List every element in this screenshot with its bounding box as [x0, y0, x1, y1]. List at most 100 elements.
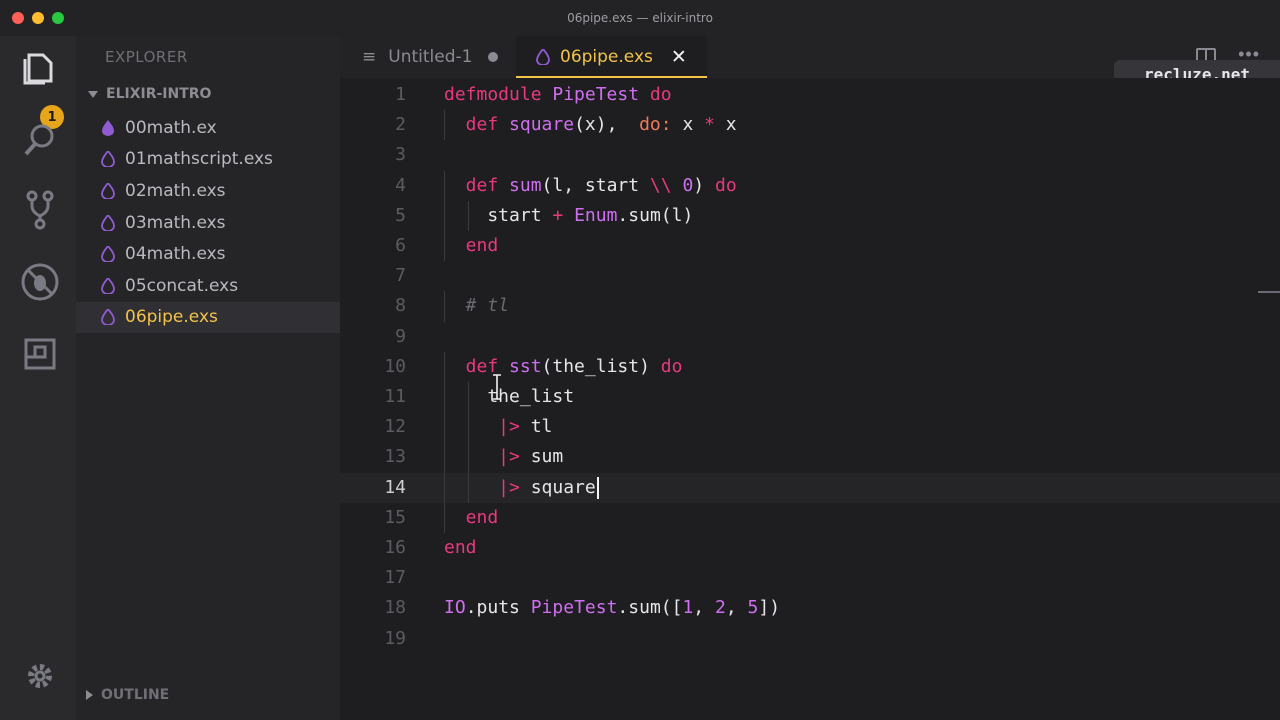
line-number: 4 [395, 174, 406, 196]
explorer-title: EXPLORER [105, 48, 188, 66]
line-number: 16 [384, 537, 406, 558]
code-text: end [444, 533, 477, 563]
code-token: x [671, 114, 705, 136]
chevron-down-icon [88, 90, 98, 98]
code-token: 5 [747, 597, 759, 619]
line-number: 15 [384, 506, 406, 528]
code-token: . [617, 597, 629, 619]
file-item[interactable]: 03math.exs [76, 207, 340, 239]
code-line[interactable]: 19 [340, 624, 1280, 654]
code-line[interactable]: 11 the_list [340, 382, 1280, 413]
code-token: x [714, 114, 737, 136]
elixir-file-icon [101, 309, 115, 326]
code-token: , [693, 597, 715, 619]
debug-icon[interactable] [20, 262, 60, 302]
line-number: 17 [384, 567, 406, 589]
explorer-sidebar: EXPLORER ELIXIR-INTRO 00math.ex 01mathsc… [76, 36, 340, 720]
project-folder[interactable]: ELIXIR-INTRO [88, 86, 211, 102]
code-line[interactable]: 15 end [340, 502, 1280, 533]
code-line[interactable]: 14 |> square [340, 472, 1280, 503]
code-token: the_list [444, 386, 575, 407]
code-token: 1 [682, 597, 694, 619]
line-number: 1 [395, 84, 406, 105]
file-item[interactable]: 00math.ex [76, 112, 340, 144]
file-item[interactable]: 02math.exs [76, 175, 340, 207]
code-token: . [465, 597, 477, 619]
code-token: ) [693, 174, 715, 196]
line-number: 10 [384, 355, 406, 377]
unsaved-dot-icon [488, 52, 499, 62]
code-token: # tl [444, 295, 510, 317]
code-line[interactable]: 6 end [340, 231, 1280, 262]
code-line[interactable]: 7 [340, 261, 1280, 291]
gear-icon[interactable] [20, 656, 60, 696]
code-line[interactable]: 4 def sum(l, start \\ 0) do [340, 170, 1280, 201]
code-token: Enum [574, 204, 618, 226]
code-line[interactable]: 1 defmodule PipeTest do [340, 80, 1280, 110]
elixir-file-icon [101, 151, 115, 168]
line-number: 8 [395, 295, 406, 317]
tab-untitled[interactable]: ≡ Untitled-1 [362, 36, 499, 78]
code-line[interactable]: 18 IO.puts PipeTest.sum([1, 2, 5]) [340, 593, 1280, 623]
code-line[interactable]: 9 [340, 322, 1280, 352]
code-line[interactable]: 10 def sst(the_list) do [340, 351, 1280, 382]
code-token: (l, start [541, 174, 650, 196]
line-number: 2 [395, 114, 406, 136]
line-number: 13 [384, 446, 406, 468]
code-token: start [444, 204, 553, 226]
code-token: PipeTest [530, 597, 618, 619]
line-number: 7 [395, 265, 406, 287]
code-token: . [617, 204, 629, 226]
code-token: \\ [649, 174, 672, 196]
code-line[interactable]: 16 end [340, 533, 1280, 563]
code-token: tl [519, 416, 553, 438]
code-line[interactable]: 12 |> tl [340, 412, 1280, 443]
code-line[interactable]: 3 [340, 140, 1280, 170]
code-token: do [714, 174, 737, 196]
code-token: do: [639, 114, 672, 136]
code-text: def sum(l, start \\ 0) do [444, 171, 737, 201]
code-token: sum [519, 446, 564, 468]
code-token: ]) [758, 597, 781, 619]
code-token: * [704, 114, 715, 136]
extensions-icon[interactable] [20, 334, 60, 374]
file-list: 00math.ex 01mathscript.exs 02math.exs 03… [76, 112, 340, 334]
line-number: 14 [384, 476, 406, 498]
code-token: sst [509, 355, 542, 377]
file-item[interactable]: 01mathscript.exs [76, 144, 340, 176]
elixir-file-icon [101, 182, 115, 199]
code-token: sum([ [628, 597, 683, 619]
files-icon[interactable] [20, 48, 60, 88]
text-cursor [596, 476, 599, 499]
tab-06pipe[interactable]: 06pipe.exs ✕ [516, 36, 707, 78]
code-text: def sst(the_list) do [444, 352, 683, 382]
elixir-file-icon [101, 119, 115, 136]
code-line[interactable]: 2 def square(x), do: x * x [340, 110, 1280, 141]
window-title: 06pipe.exs — elixir-intro [567, 11, 713, 25]
code-token: 2 [714, 597, 726, 619]
code-token: sum [509, 174, 542, 196]
code-token: (x), [574, 114, 640, 136]
code-token: (the_list) [541, 355, 661, 377]
elixir-file-icon [101, 214, 115, 231]
code-line[interactable]: 17 [340, 563, 1280, 593]
file-item[interactable]: 04math.exs [76, 238, 340, 270]
code-line[interactable]: 5 start + Enum.sum(l) [340, 200, 1280, 231]
code-token: end [444, 506, 499, 528]
code-editor[interactable]: 1 defmodule PipeTest do 2 def square(x), d… [340, 78, 1280, 720]
file-item-active[interactable]: 06pipe.exs [76, 301, 340, 334]
code-text: def square(x), do: x * x [444, 110, 737, 140]
search-icon[interactable] [20, 120, 60, 160]
code-token: defmodule [444, 84, 553, 105]
code-line[interactable]: 8 # tl [340, 291, 1280, 322]
code-line[interactable]: 13 |> sum [340, 442, 1280, 473]
close-tab-icon[interactable]: ✕ [671, 46, 687, 68]
file-item[interactable]: 05concat.exs [76, 270, 340, 302]
source-control-icon[interactable] [20, 190, 60, 230]
code-token: square [519, 476, 596, 498]
outline-section[interactable]: OUTLINE [86, 687, 169, 703]
code-text: end [444, 503, 499, 533]
line-number: 5 [395, 204, 406, 226]
code-token: end [444, 537, 477, 558]
